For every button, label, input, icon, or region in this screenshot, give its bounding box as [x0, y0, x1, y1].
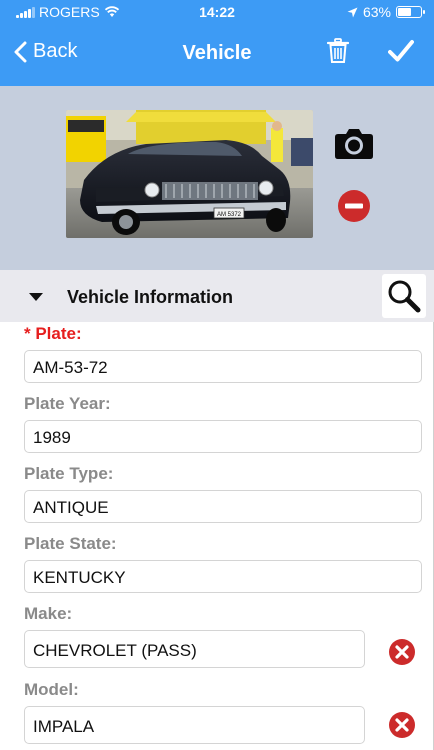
plate-type-input[interactable]: ANTIQUE	[24, 490, 422, 523]
model-label: Model:	[24, 680, 79, 699]
plate-label: * Plate:	[24, 324, 82, 343]
clear-model-button[interactable]	[387, 710, 417, 745]
clear-make-button[interactable]	[387, 637, 417, 672]
plate-state-label: Plate State:	[24, 534, 117, 553]
camera-button[interactable]	[334, 126, 374, 165]
model-input[interactable]: IMPALA	[24, 706, 365, 744]
camera-icon	[335, 129, 373, 159]
vehicle-info-section-header[interactable]: Vehicle Information	[0, 270, 434, 322]
vehicle-photo[interactable]: AM 5372	[66, 110, 313, 238]
remove-icon	[338, 190, 370, 222]
clear-icon	[389, 712, 415, 738]
clear-icon	[389, 639, 415, 665]
status-bar: ROGERS 14:22 63%	[0, 0, 434, 24]
plate-type-label: Plate Type:	[24, 464, 114, 483]
top-bar: ROGERS 14:22 63% Back Vehicle	[0, 0, 434, 86]
search-button[interactable]	[382, 274, 426, 318]
plate-state-input[interactable]: KENTUCKY	[24, 560, 422, 593]
photo-section: AM 5372	[0, 86, 434, 270]
battery-fill	[398, 8, 411, 16]
checkmark-icon	[388, 40, 414, 62]
section-title: Vehicle Information	[67, 287, 234, 307]
back-label: Back	[33, 40, 78, 62]
status-right: 63%	[347, 4, 425, 20]
vehicle-photo-image: AM 5372	[66, 110, 313, 238]
remove-photo-button[interactable]	[336, 188, 372, 229]
trash-icon	[326, 38, 350, 63]
delete-button[interactable]	[326, 38, 350, 69]
back-chevron-icon	[14, 41, 27, 62]
battery-percent: 63%	[362, 4, 391, 20]
photo-plate-text: AM 5372	[217, 212, 242, 218]
make-input[interactable]: CHEVROLET (PASS)	[24, 630, 365, 668]
make-label: Make:	[24, 604, 73, 623]
back-button[interactable]: Back	[14, 40, 77, 63]
save-button[interactable]	[388, 39, 414, 68]
battery-icon	[396, 6, 425, 18]
plate-year-input[interactable]: 1989	[24, 420, 422, 453]
caret-down-icon	[29, 293, 43, 301]
location-arrow-icon	[347, 7, 358, 17]
navigation-bar: Back Vehicle	[0, 30, 434, 80]
plate-year-label: Plate Year:	[24, 394, 111, 413]
search-icon	[388, 280, 421, 313]
plate-input[interactable]: AM-53-72	[24, 350, 422, 383]
